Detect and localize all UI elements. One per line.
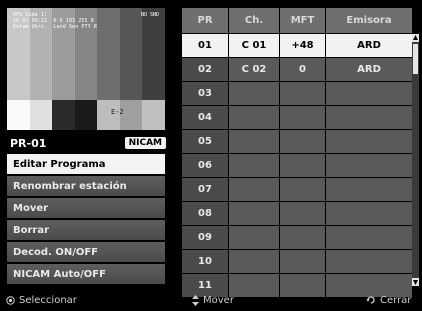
preview-bottom-strip	[7, 100, 165, 130]
scroll-thumb[interactable]	[413, 44, 418, 74]
column-header-channel: Ch.	[229, 8, 279, 33]
table-row[interactable]: 08	[182, 202, 417, 225]
audio-mode-badge: NICAM	[124, 137, 166, 149]
cell-channel	[229, 82, 279, 105]
cell-station	[326, 82, 412, 105]
cell-channel	[229, 154, 279, 177]
cell-pr: 06	[182, 154, 228, 177]
menu-item[interactable]: NICAM Auto/OFF	[7, 264, 165, 284]
up-down-arrows-icon	[192, 294, 199, 306]
enter-circle-icon	[6, 295, 15, 305]
table-row[interactable]: 05	[182, 130, 417, 153]
cell-pr: 10	[182, 250, 228, 273]
cell-mft	[280, 178, 325, 201]
cell-channel: C 02	[229, 58, 279, 81]
cell-channel	[229, 130, 279, 153]
cell-pr: 01	[182, 34, 228, 57]
cell-mft	[280, 226, 325, 249]
cell-pr: 04	[182, 106, 228, 129]
table-row[interactable]: 04	[182, 106, 417, 129]
footer-hints: Seleccionar Mover Cerrar	[0, 289, 422, 311]
preview-reference-label: E-2	[111, 108, 124, 116]
menu-item[interactable]: Decod. ON/OFF	[7, 242, 165, 262]
cell-channel	[229, 178, 279, 201]
menu-item[interactable]: Editar Programa	[7, 154, 165, 174]
menu-item[interactable]: Borrar	[7, 220, 165, 240]
current-program: PR-01	[10, 136, 47, 150]
hint-select: Seleccionar	[6, 295, 77, 306]
cell-mft	[280, 154, 325, 177]
cell-channel	[229, 106, 279, 129]
table-row[interactable]: 03	[182, 82, 417, 105]
table-row[interactable]: 07	[182, 178, 417, 201]
cell-mft: +48	[280, 34, 325, 57]
cell-mft	[280, 202, 325, 225]
column-header-pr: PR	[182, 8, 228, 33]
cell-station	[326, 130, 412, 153]
cell-channel	[229, 226, 279, 249]
cell-channel	[229, 202, 279, 225]
cell-pr: 09	[182, 226, 228, 249]
cell-station	[326, 106, 412, 129]
hint-close: Cerrar	[366, 295, 411, 306]
table-body: 01 C 01 +48 ARD 02 C 02 0 ARD 03 04 05 06 07 08 09 10 11	[182, 34, 417, 297]
table-row[interactable]: 06	[182, 154, 417, 177]
cell-station: ARD	[326, 58, 412, 81]
column-header-mft: MFT	[280, 8, 325, 33]
return-icon	[366, 295, 376, 305]
cell-channel: C 01	[229, 34, 279, 57]
cell-mft	[280, 250, 325, 273]
menu-item[interactable]: Mover	[7, 198, 165, 218]
scroll-up-arrow-icon[interactable]	[412, 34, 419, 42]
cell-station	[326, 178, 412, 201]
table-row[interactable]: 09	[182, 226, 417, 249]
table-scrollbar[interactable]	[412, 34, 419, 286]
options-menu: Editar Programa Renombrar estación Mover Bo…	[7, 154, 165, 286]
menu-item[interactable]: Renombrar estación	[7, 176, 165, 196]
cell-pr: 08	[182, 202, 228, 225]
hint-select-label: Seleccionar	[19, 294, 77, 306]
scroll-down-arrow-icon[interactable]	[412, 278, 419, 286]
cell-station	[326, 202, 412, 225]
cell-station: ARD	[326, 34, 412, 57]
cell-mft	[280, 106, 325, 129]
cell-station	[326, 154, 412, 177]
cell-channel	[229, 250, 279, 273]
cell-pr: 03	[182, 82, 228, 105]
cell-station	[326, 226, 412, 249]
tv-preview: VPS Code 1: 16 01 09:21 0-5 193 255 8 De…	[7, 8, 165, 130]
column-header-station: Emisora	[326, 8, 412, 33]
program-table: PR Ch. MFT Emisora 01 C 01 +48 ARD 02 C 02 0 AR…	[182, 8, 417, 297]
table-row[interactable]: 02 C 02 0 ARD	[182, 58, 417, 81]
cell-mft: 0	[280, 58, 325, 81]
hint-close-label: Cerrar	[380, 294, 412, 306]
cell-pr: 07	[182, 178, 228, 201]
table-row[interactable]: 10	[182, 250, 417, 273]
cell-mft	[280, 130, 325, 153]
preview-osd-text: VPS Code 1: 16 01 09:21 0-5 193 255 8 De…	[13, 12, 97, 30]
preview-sound-status: NO SND	[140, 12, 159, 18]
cell-pr: 05	[182, 130, 228, 153]
table-header: PR Ch. MFT Emisora	[182, 8, 417, 33]
cell-mft	[280, 82, 325, 105]
cell-pr: 02	[182, 58, 228, 81]
cell-station	[326, 250, 412, 273]
hint-move-label: Mover	[203, 294, 234, 306]
current-program-line: PR-01 NICAM	[10, 135, 168, 151]
table-row[interactable]: 01 C 01 +48 ARD	[182, 34, 417, 57]
hint-move: Mover	[192, 294, 234, 306]
